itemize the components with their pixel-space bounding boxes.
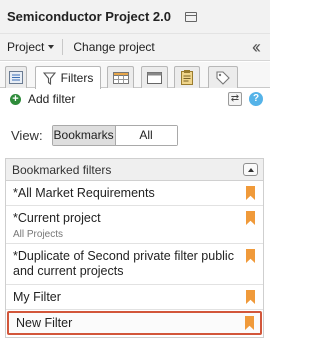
grid-icon [112,71,129,84]
view-label: View: [11,127,43,143]
help-icon[interactable]: ? [249,92,263,106]
add-filter-button[interactable]: Add filter [28,92,75,106]
clipboard-icon [181,70,193,85]
window-icon[interactable] [185,11,197,22]
panel-header: Bookmarked filters [6,159,263,181]
bookmark-icon[interactable] [246,211,255,225]
tab-filters-label: Filters [60,71,94,85]
tab-filters[interactable]: Filters [35,66,101,89]
filter-item[interactable]: My Filter [6,285,263,310]
project-menu-label: Project [7,40,45,54]
title-bar: Semiconductor Project 2.0 [0,0,270,33]
filter-name: My Filter [13,290,61,304]
tab-tag[interactable] [208,66,238,88]
filter-subtitle: All Projects [13,229,64,240]
tab-strip: Filters [0,62,270,89]
refresh-icon[interactable]: ⇄ [228,92,242,106]
chevron-up-icon [247,167,254,172]
tab-list-view[interactable] [5,66,27,88]
filter-item[interactable]: *Duplicate of Second private filter publ… [6,244,263,285]
funnel-icon [42,71,56,85]
filter-item[interactable]: *Current project All Projects [6,206,263,244]
view-switcher: View: Bookmarks All [0,122,270,148]
menu-divider [62,39,64,55]
bookmark-icon[interactable] [246,290,255,304]
tab-window[interactable] [141,66,168,88]
filter-name: *Duplicate of Second private filter publ… [13,249,234,278]
view-toggle: Bookmarks All [51,124,178,146]
window-icon [147,71,162,84]
view-bookmarks-button[interactable]: Bookmarks [52,125,116,145]
tag-icon [216,70,230,85]
project-menu[interactable]: Project [7,40,55,54]
panel-title: Bookmarked filters [12,162,112,177]
filter-name: New Filter [16,316,73,330]
bookmark-icon[interactable] [246,186,255,200]
tab-clipboard[interactable] [174,66,200,88]
bookmark-icon[interactable] [245,316,254,330]
list-icon [9,71,23,84]
filter-item-selected[interactable]: New Filter [7,311,262,335]
filter-item[interactable]: *All Market Requirements [6,181,263,206]
tab-grid[interactable] [107,66,134,88]
chevron-down-icon [48,45,55,49]
filter-name: *Current project [13,211,101,225]
filter-toolbar: + Add filter ⇄ ? [0,89,270,109]
bookmarked-filters-panel: Bookmarked filters *All Market Requireme… [5,158,264,338]
collapse-panel-icon[interactable]: ‹‹ [252,38,261,56]
bookmark-icon[interactable] [246,249,255,263]
collapse-section-button[interactable] [243,163,258,176]
menu-bar: Project Change project ‹‹ [0,33,270,61]
change-project-link[interactable]: Change project [73,40,154,54]
plus-circle-icon[interactable]: + [10,93,21,105]
filter-name: *All Market Requirements [13,186,155,200]
view-all-button[interactable]: All [115,125,177,145]
app-title: Semiconductor Project 2.0 [7,9,171,24]
